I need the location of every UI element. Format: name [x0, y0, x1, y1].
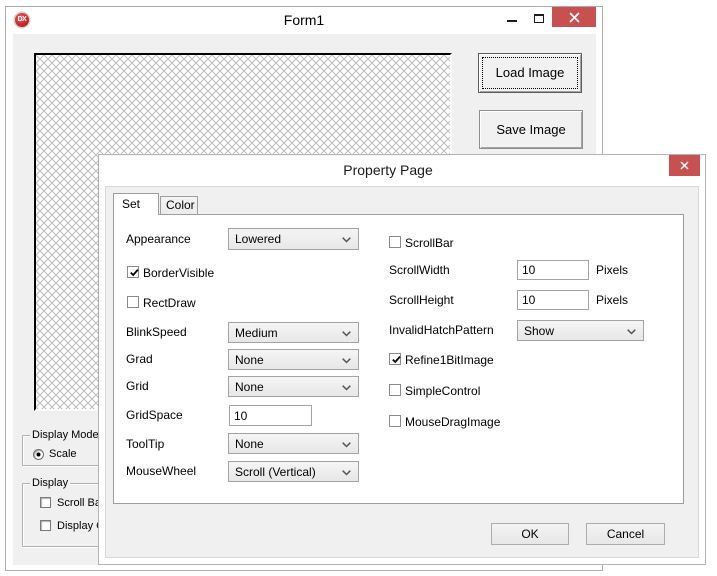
chevron-down-icon: [342, 237, 351, 243]
tool-tip-label: ToolTip: [126, 438, 164, 450]
scroll-height-label: ScrollHeight: [389, 294, 454, 306]
chevron-down-icon: [342, 331, 351, 337]
tool-tip-select[interactable]: None: [228, 433, 359, 454]
scroll-width-input[interactable]: [517, 260, 589, 280]
refine-1bit-image-checkbox[interactable]: [389, 353, 401, 365]
scale-radio-label[interactable]: Scale: [49, 449, 77, 460]
grad-select[interactable]: None: [228, 349, 359, 370]
scroll-bar-checkbox[interactable]: [40, 497, 51, 508]
border-visible-checkbox[interactable]: [127, 266, 139, 278]
scroll-bar-dialog-label[interactable]: ScrollBar: [405, 237, 454, 249]
checkmark-icon: [391, 354, 402, 365]
save-image-button-label: Save Image: [496, 122, 565, 137]
checkmark-icon: [129, 267, 140, 278]
combo-value: Medium: [235, 327, 278, 339]
scroll-width-unit: Pixels: [596, 264, 628, 276]
invalid-hatch-pattern-label: InvalidHatchPattern: [389, 324, 494, 336]
scroll-bar-dialog-checkbox[interactable]: [389, 236, 401, 248]
load-image-button[interactable]: Load Image: [478, 53, 582, 93]
grad-label: Grad: [126, 353, 153, 365]
border-visible-label[interactable]: BorderVisible: [143, 267, 214, 279]
simple-control-checkbox[interactable]: [389, 384, 401, 396]
chevron-down-icon: [342, 470, 351, 476]
chevron-down-icon: [342, 385, 351, 391]
invalid-hatch-pattern-select[interactable]: Show: [517, 320, 644, 341]
blink-speed-select[interactable]: Medium: [228, 322, 359, 343]
dialog-title: Property Page: [99, 161, 705, 180]
ok-button[interactable]: OK: [491, 523, 569, 545]
combo-value: None: [235, 438, 264, 450]
mouse-wheel-select[interactable]: Scroll (Vertical): [228, 461, 359, 482]
grid-space-label: GridSpace: [126, 409, 183, 421]
chevron-down-icon: [342, 358, 351, 364]
combo-value: None: [235, 354, 264, 366]
grid-select[interactable]: None: [228, 376, 359, 397]
rect-draw-checkbox[interactable]: [127, 296, 139, 308]
mouse-wheel-label: MouseWheel: [126, 465, 196, 477]
chevron-down-icon: [342, 442, 351, 448]
scroll-height-input[interactable]: [517, 290, 589, 310]
combo-value: Show: [524, 325, 554, 337]
mouse-drag-image-checkbox[interactable]: [389, 415, 401, 427]
rect-draw-label[interactable]: RectDraw: [143, 297, 196, 309]
form1-titlebar[interactable]: DX Form1: [6, 7, 602, 34]
save-image-button[interactable]: Save Image: [479, 110, 583, 149]
combo-value: Scroll (Vertical): [235, 466, 316, 478]
close-button[interactable]: [552, 7, 596, 27]
appearance-select[interactable]: Lowered: [228, 228, 359, 250]
radio-dot: [37, 453, 40, 456]
simple-control-label[interactable]: SimpleControl: [405, 385, 480, 397]
focus-rectangle: [482, 57, 578, 89]
grid-space-input[interactable]: [229, 405, 312, 426]
refine-1bit-image-label[interactable]: Refine1BitImage: [405, 354, 494, 366]
property-page-dialog: Property Page Set Color Appearance Lower…: [98, 154, 706, 565]
tab-color[interactable]: Color: [160, 196, 198, 214]
display-mode-caption: Display Mode: [30, 429, 101, 442]
display-grid-checkbox[interactable]: [40, 520, 51, 531]
maximize-icon[interactable]: [534, 14, 544, 23]
cancel-button[interactable]: Cancel: [586, 523, 665, 545]
combo-value: None: [235, 381, 264, 393]
display-caption: Display: [30, 477, 70, 490]
scroll-height-unit: Pixels: [596, 294, 628, 306]
dialog-close-button[interactable]: [669, 155, 700, 176]
combo-value: Lowered: [235, 233, 281, 245]
scale-radio[interactable]: [33, 449, 44, 460]
mouse-drag-image-label[interactable]: MouseDragImage: [405, 416, 500, 428]
grid-label: Grid: [126, 380, 149, 392]
tab-set[interactable]: Set: [113, 193, 159, 215]
blink-speed-label: BlinkSpeed: [126, 326, 187, 338]
minimize-icon[interactable]: [507, 20, 517, 22]
appearance-label: Appearance: [126, 233, 191, 245]
close-icon: [569, 12, 580, 23]
dialog-close-icon: [680, 161, 689, 170]
chevron-down-icon: [627, 329, 636, 335]
scroll-width-label: ScrollWidth: [389, 264, 450, 276]
